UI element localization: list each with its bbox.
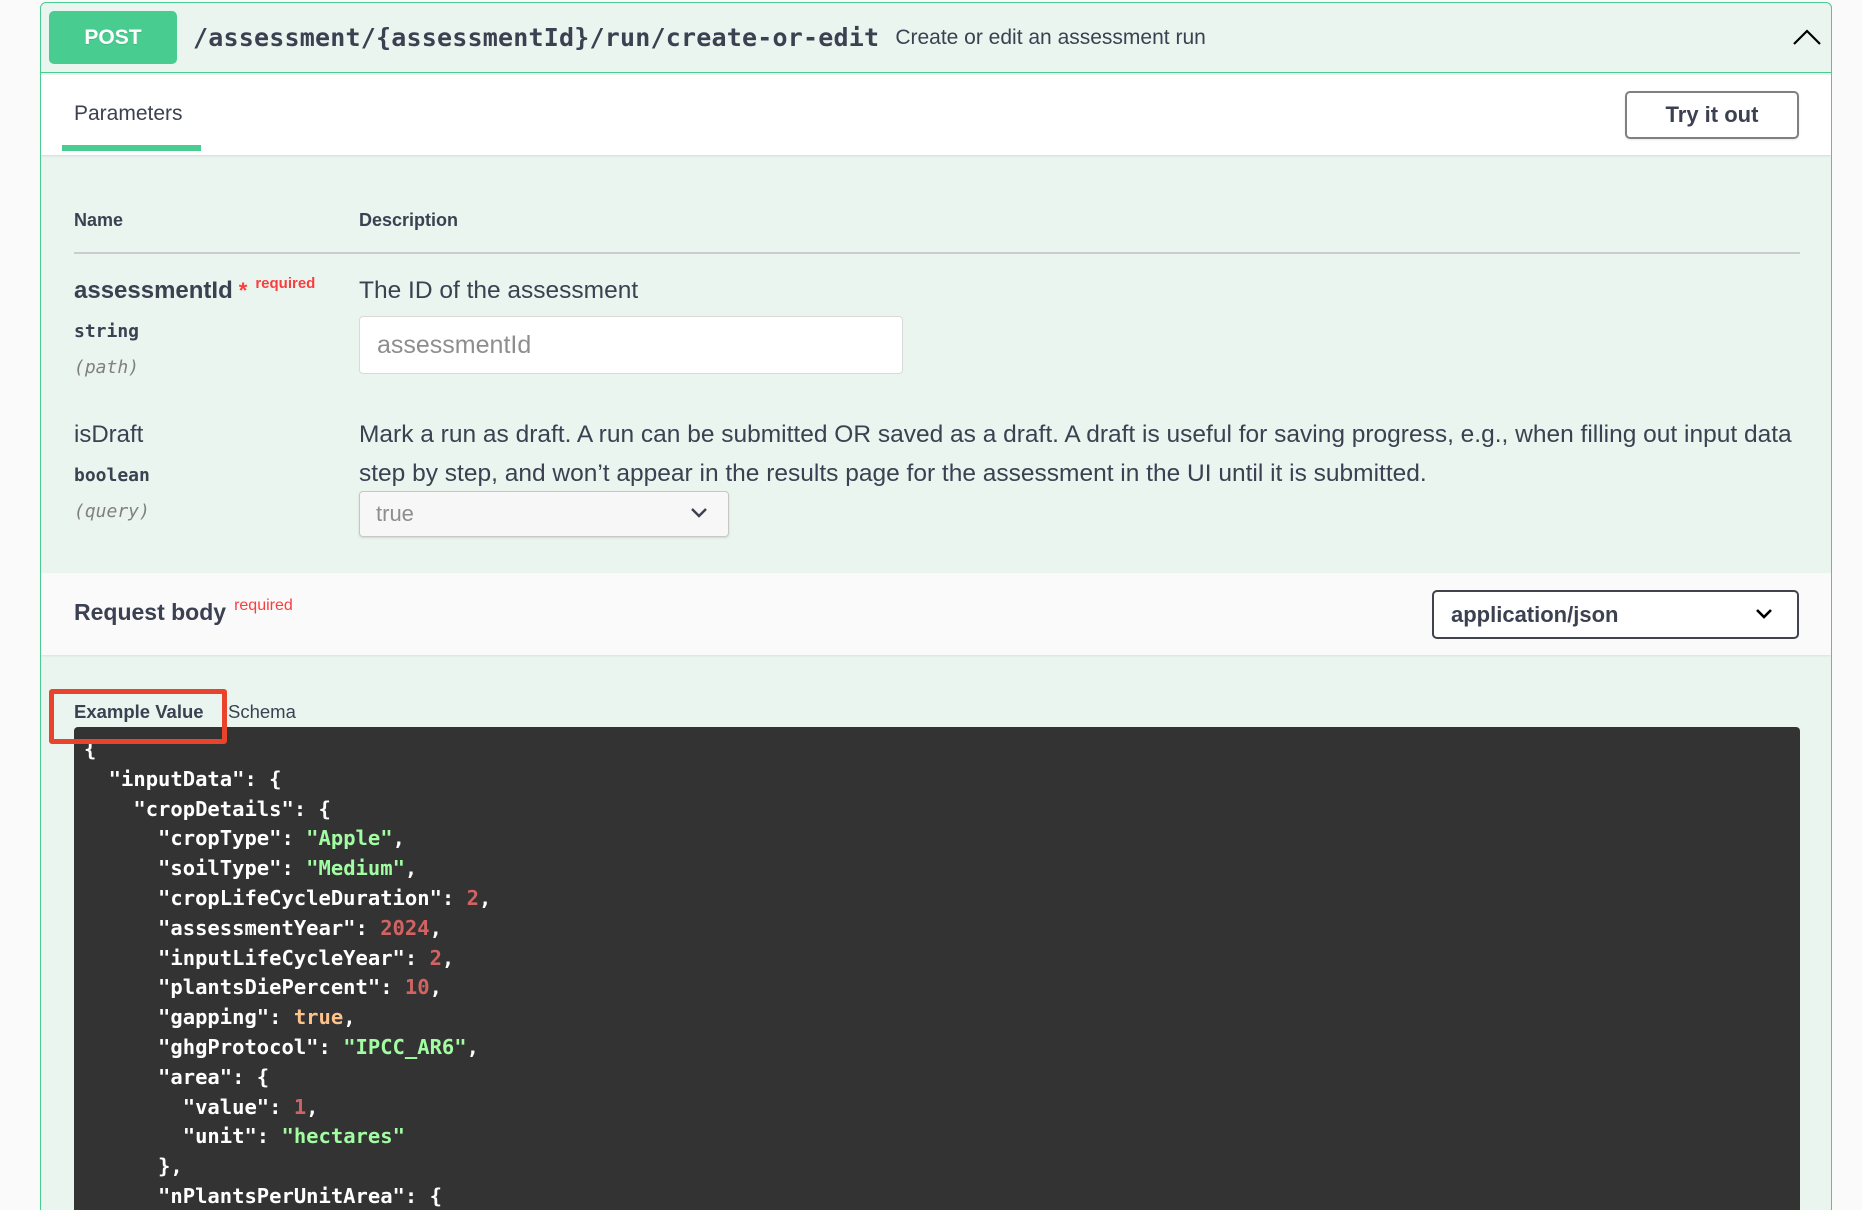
name-column-header: Name	[74, 210, 124, 230]
content-type-select[interactable]: application/json	[1432, 590, 1799, 639]
required-star: *	[238, 278, 248, 303]
code-token: ,	[429, 915, 442, 940]
description-column-header: Description	[359, 210, 459, 230]
code-token: "inputData": {	[84, 766, 282, 791]
code-token: ,	[429, 975, 442, 1000]
code-token: ,	[441, 945, 455, 970]
code-line: "cropLifeCycleDuration": 2,	[84, 884, 1800, 914]
request-body-title: Request body required	[74, 597, 293, 626]
code-token: "inputLifeCycleYear":	[84, 945, 430, 970]
operation-summary[interactable]: POST /assessment/{assessmentId}/run/crea…	[41, 3, 1831, 73]
param-location: (path)	[74, 357, 140, 378]
param-name-isdraft: isDraft	[74, 421, 144, 448]
code-line: "inputData": {	[84, 765, 1800, 795]
select-value: true	[376, 501, 414, 526]
code-token: true	[293, 1005, 344, 1030]
code-token: "nPlantsPerUnitArea": {	[84, 1183, 442, 1208]
assessmentid-input[interactable]	[359, 316, 903, 374]
code-line: "cropDetails": {	[84, 795, 1800, 825]
code-line: "value": 1,	[84, 1093, 1800, 1123]
code-line: "soilType": "Medium",	[84, 854, 1800, 884]
required-label: required	[255, 275, 316, 292]
code-token: ,	[306, 1094, 319, 1119]
code-line: "unit": "hectares"	[84, 1122, 1800, 1152]
chevron-down-icon	[1756, 609, 1772, 619]
param-location: (query)	[74, 501, 150, 522]
code-token: ,	[404, 856, 418, 881]
code-line: "gapping": true,	[84, 1003, 1800, 1033]
isdraft-select[interactable]: true	[359, 491, 729, 537]
code-line: "inputLifeCycleYear": 2,	[84, 944, 1800, 974]
parameters-header: Parameters Try it out	[41, 75, 1831, 155]
code-token: ,	[343, 1005, 356, 1030]
request-body-header: Request body required application/json	[41, 573, 1831, 655]
endpoint-path: /assessment/{assessmentId}/run/create-or…	[193, 23, 880, 52]
chevron-down-icon	[691, 508, 707, 518]
code-line: "plantsDiePercent": 10,	[84, 973, 1800, 1003]
active-tab-indicator	[62, 145, 201, 151]
code-token: },	[84, 1154, 183, 1179]
code-line: "assessmentYear": 2024,	[84, 914, 1800, 944]
code-token: "soilType":	[84, 856, 307, 881]
try-it-out-button[interactable]: Try it out	[1625, 91, 1799, 139]
code-token: "area": {	[84, 1064, 270, 1089]
code-token: 10	[404, 975, 430, 1000]
code-line: "ghgProtocol": "IPCC_AR6",	[84, 1033, 1800, 1063]
content-type-value: application/json	[1451, 601, 1619, 627]
code-token: ,	[392, 826, 405, 851]
operation-summary-text: Create or edit an assessment run	[895, 25, 1206, 49]
required-label: required	[234, 597, 293, 614]
tab-schema[interactable]: Schema	[228, 701, 296, 723]
code-token: "value":	[84, 1094, 294, 1119]
code-token: "Apple"	[306, 826, 393, 851]
code-line: "area": {	[84, 1063, 1800, 1093]
code-token: "cropDetails": {	[84, 796, 331, 821]
code-token: "hectares"	[281, 1124, 405, 1149]
chevron-up-icon[interactable]	[1791, 25, 1823, 49]
code-token: ,	[466, 1034, 479, 1059]
code-token: 2	[466, 885, 479, 910]
code-token: 1	[293, 1094, 307, 1119]
code-token: "unit":	[84, 1124, 282, 1149]
param-description: The ID of the assessment	[359, 277, 639, 304]
param-type: string	[74, 321, 140, 342]
param-description: Mark a run as draft. A run can be submit…	[359, 421, 1792, 487]
code-token: 2	[429, 945, 442, 970]
tab-parameters[interactable]: Parameters	[74, 102, 183, 126]
param-type: boolean	[74, 465, 150, 486]
code-token: "cropLifeCycleDuration":	[84, 885, 467, 910]
code-token: "plantsDiePercent":	[84, 975, 405, 1000]
code-token: "IPCC_AR6"	[343, 1034, 467, 1059]
code-token: "assessmentYear":	[84, 915, 381, 940]
request-body-title-text: Request body	[74, 599, 227, 625]
code-token: "gapping":	[84, 1005, 294, 1030]
code-token: "cropType":	[84, 826, 307, 851]
example-json-code-block[interactable]: { "inputData": { "cropDetails": { "cropT…	[74, 727, 1800, 1210]
code-line: "nPlantsPerUnitArea": {	[84, 1182, 1800, 1210]
header-divider	[74, 252, 1800, 254]
param-name-assessmentid: assessmentId * required	[74, 275, 316, 305]
highlight-annotation-box	[49, 689, 227, 744]
param-name-text: assessmentId	[74, 277, 233, 304]
http-method-badge: POST	[49, 11, 177, 64]
code-line: {	[84, 735, 1800, 765]
code-line: },	[84, 1152, 1800, 1182]
operation-block: POST /assessment/{assessmentId}/run/crea…	[40, 2, 1832, 1210]
code-token: "ghgProtocol":	[84, 1034, 344, 1059]
code-line: "cropType": "Apple",	[84, 824, 1800, 854]
code-token: "Medium"	[306, 856, 405, 881]
code-token: 2024	[380, 915, 430, 940]
code-token: ,	[478, 885, 492, 910]
